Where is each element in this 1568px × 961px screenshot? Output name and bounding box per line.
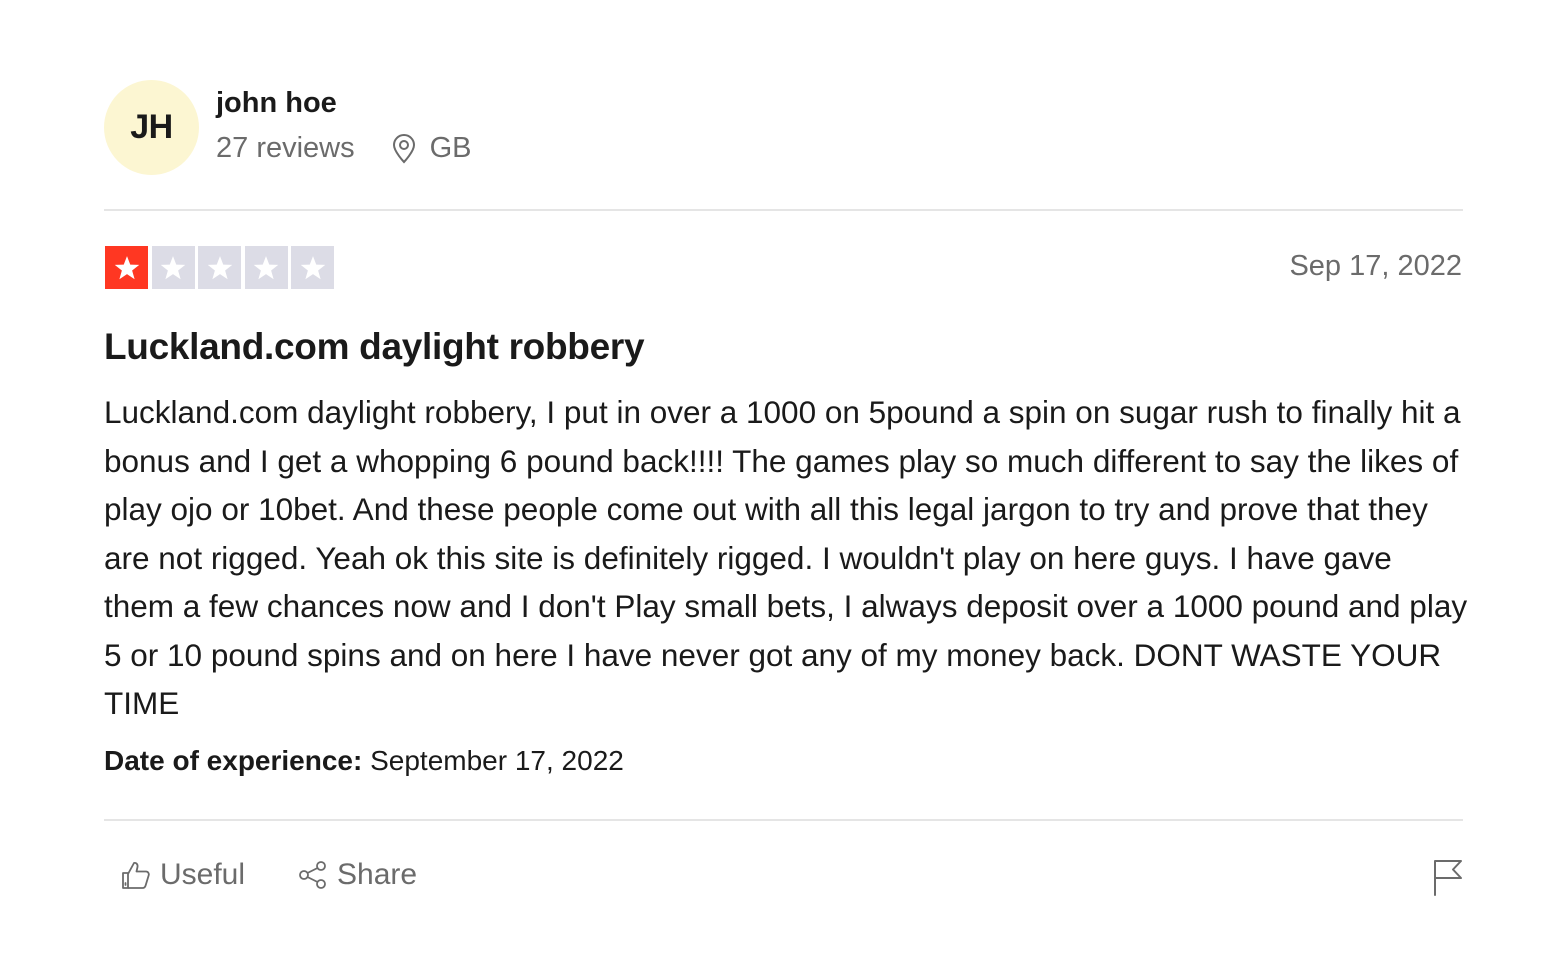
review-actions: Useful Share [120,858,417,892]
star-filled [105,246,148,289]
experience-date: September 17, 2022 [370,745,624,776]
share-icon [299,861,326,889]
reviews-count: 27 reviews [216,132,355,164]
consumer-info[interactable]: JH john hoe 27 reviews GB [104,80,472,175]
star-empty [151,246,195,289]
flag-icon [1434,860,1462,896]
divider [104,819,1463,821]
share-button[interactable]: Share [297,858,417,892]
thumbs-up-icon [122,862,150,889]
avatar[interactable]: JH [104,80,199,175]
location-pin-icon [392,133,415,163]
useful-label: Useful [160,858,246,891]
star-empty [198,246,242,289]
divider [104,209,1463,211]
star-rating [105,246,338,289]
star-empty [291,246,335,289]
review-title[interactable]: Luckland.com daylight robbery [104,325,645,369]
star-icon [300,255,326,279]
star-icon [160,255,186,279]
star-empty [244,246,288,289]
star-icon [114,255,139,279]
country-code: GB [429,132,472,164]
report-flag-button[interactable] [1428,857,1468,897]
star-icon [207,255,232,279]
experience-label: Date of experience: [104,745,363,776]
consumer-details: john hoe 27 reviews GB [216,87,472,165]
useful-button[interactable]: Useful [120,858,245,892]
consumer-location: GB [391,132,472,165]
review-body: Luckland.com daylight robbery, I put in … [104,394,1468,721]
review-date: Sep 17, 2022 [1289,250,1462,282]
date-of-experience: Date of experience: September 17, 2022 [104,745,624,777]
star-icon [254,255,279,279]
consumer-meta: 27 reviews GB [216,132,472,165]
review-card: JH john hoe 27 reviews GB Sep 17, 2022 L… [0,0,1568,961]
consumer-name[interactable]: john hoe [216,86,472,120]
share-label: Share [337,858,418,891]
